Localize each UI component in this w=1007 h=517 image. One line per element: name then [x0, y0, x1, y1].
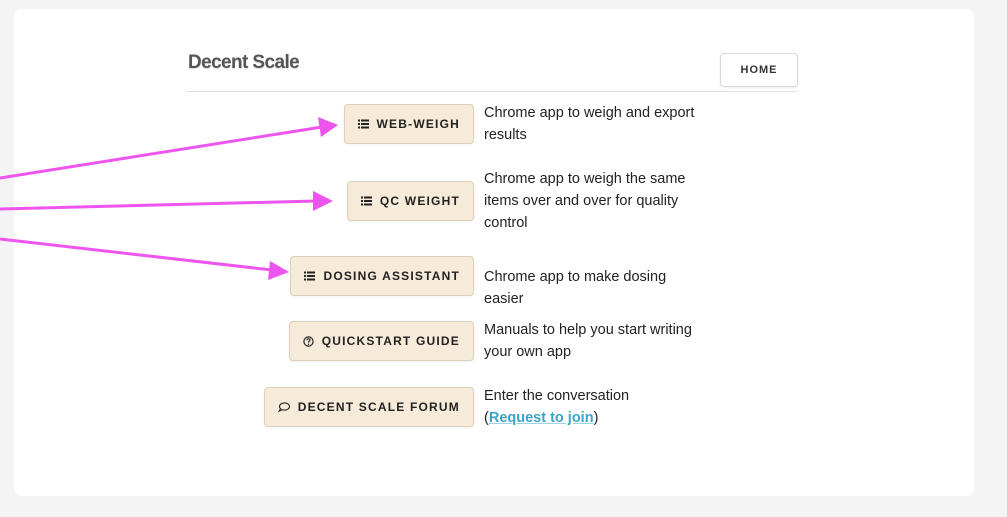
arrow-to-web-weigh — [0, 117, 338, 180]
arrow-to-dosing-assistant — [0, 237, 289, 280]
annotation-arrows — [0, 117, 338, 280]
arrow-to-qc-weight — [0, 191, 333, 211]
